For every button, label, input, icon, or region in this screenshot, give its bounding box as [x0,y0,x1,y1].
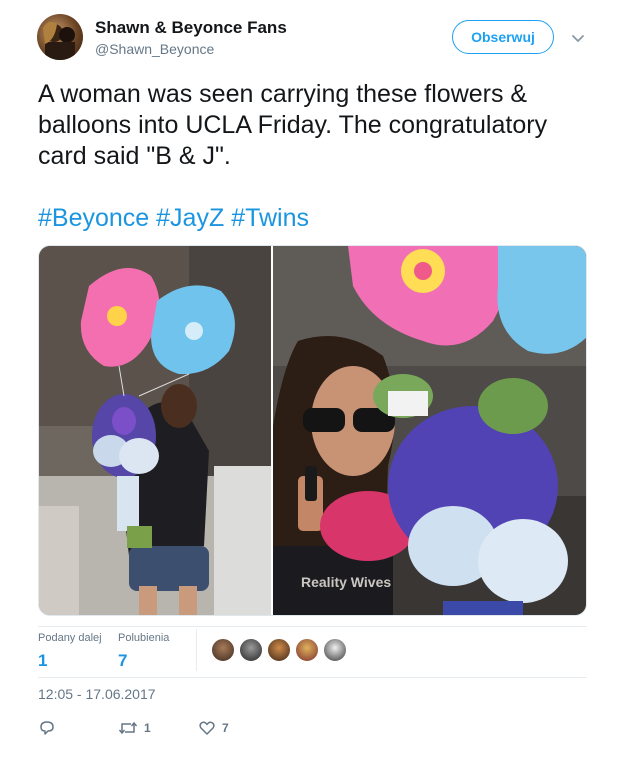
likes-label: Polubienia [118,632,170,644]
reply-action[interactable] [38,717,56,739]
retweet-icon [118,721,138,735]
like-action[interactable]: 7 [198,717,229,739]
like-count: 7 [222,721,229,735]
media-gallery[interactable]: Reality Wives [38,245,587,616]
likes-stat[interactable]: Polubienia 7 [118,632,169,671]
stats-separator [196,629,197,671]
tweet-text: A woman was seen carrying these flowers … [38,80,548,170]
retweets-value: 1 [38,651,48,670]
hashtag-twins[interactable]: #Twins [231,204,309,232]
liker-avatar[interactable] [267,638,291,662]
liker-avatar[interactable] [295,638,319,662]
avatar[interactable] [37,14,83,60]
photo-right[interactable] [273,246,587,616]
hashtag-beyonce[interactable]: #Beyonce [38,204,149,232]
photo-left[interactable] [39,246,271,616]
liker-avatar[interactable] [323,638,347,662]
author-display-name[interactable]: Shawn & Beyonce Fans [95,18,287,38]
likes-value: 7 [118,651,128,670]
liker-avatar[interactable] [211,638,235,662]
watermark: Reality Wives [301,574,392,590]
chevron-down-icon[interactable] [569,32,587,46]
liker-avatar[interactable] [239,638,263,662]
reply-icon [40,721,54,735]
follow-button[interactable]: Obserwuj [452,20,554,54]
divider-top [38,626,587,627]
retweets-label: Podany dalej [38,632,102,644]
hashtag-list: #Beyonce #JayZ #Twins [38,203,309,234]
hashtag-jayz[interactable]: #JayZ [156,204,224,232]
retweet-action[interactable]: 1 [118,717,151,739]
tweet-timestamp[interactable]: 12:05 - 17.06.2017 [38,686,156,702]
author-handle[interactable]: @Shawn_Beyonce [95,41,214,57]
divider-middle [38,677,587,678]
heart-icon [199,721,215,735]
retweets-stat[interactable]: Podany dalej 1 [38,632,102,671]
retweet-count: 1 [144,721,151,735]
